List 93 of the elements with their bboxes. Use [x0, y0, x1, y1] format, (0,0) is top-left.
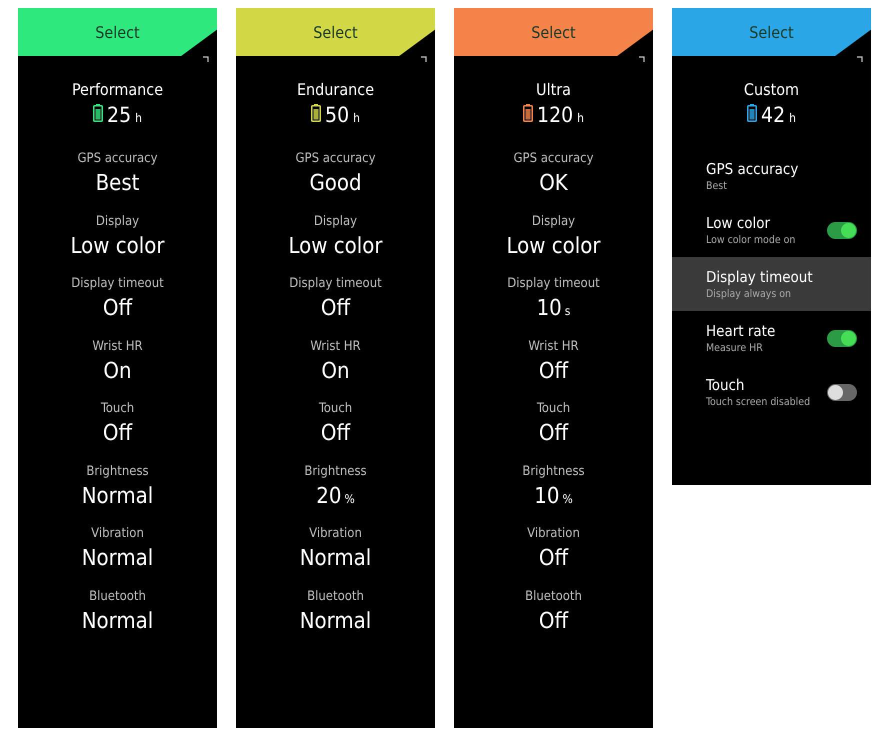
setting-value: 10 [534, 484, 560, 508]
setting-label: Brightness [522, 464, 585, 478]
setting-value: Off [538, 608, 568, 634]
setting-value: Low color [288, 234, 382, 258]
setting-value: Normal [82, 484, 154, 508]
setting-subtitle: Low color mode on [706, 234, 796, 246]
value-unit: s [564, 304, 570, 318]
setting-row[interactable]: GPS accuracy Best [672, 149, 871, 203]
setting-label: Wrist HR [92, 338, 143, 354]
setting-value: Good [309, 171, 362, 196]
setting-label: Display timeout [507, 276, 600, 291]
setting-label: Bluetooth [89, 588, 146, 604]
setting-value: Off [102, 296, 132, 321]
setting-subtitle: Touch screen disabled [706, 396, 810, 408]
toggle-switch[interactable] [827, 330, 857, 346]
setting-label: Bluetooth [525, 588, 582, 604]
setting-row[interactable]: Display timeout Display always on [672, 257, 871, 311]
setting-title: Display timeout [706, 268, 813, 286]
setting-title: Touch [706, 376, 746, 394]
hours-unit: h [135, 111, 142, 125]
corner-icon [203, 56, 209, 62]
setting-value: Low color [70, 234, 164, 258]
setting-value: Normal [82, 608, 154, 634]
setting-title: Heart rate [706, 322, 776, 340]
select-button[interactable]: Select [18, 8, 217, 56]
battery-hours: 25 [107, 103, 132, 127]
setting-subtitle: Display always on [706, 288, 792, 300]
setting-label: Wrist HR [528, 338, 579, 354]
hours-unit: h [577, 111, 584, 125]
hours-unit: h [789, 111, 796, 125]
setting-value: Off [538, 358, 568, 384]
toggle-switch[interactable] [827, 384, 857, 400]
setting-label: Brightness [86, 464, 149, 478]
battery-hours: 50 [325, 103, 350, 127]
setting-value: 20 [316, 484, 342, 508]
value-unit: % [562, 492, 573, 506]
battery-icon [523, 104, 534, 122]
battery-hours: 120 [537, 103, 574, 127]
battery-icon [311, 104, 322, 122]
setting-label: GPS accuracy [513, 151, 594, 166]
setting-title: GPS accuracy [706, 160, 798, 178]
setting-label: Touch [100, 401, 134, 416]
setting-value: On [103, 358, 132, 384]
setting-subtitle: Measure HR [706, 342, 764, 354]
setting-subtitle: Best [706, 180, 728, 192]
setting-label: Display [96, 214, 140, 228]
setting-value: 10 [536, 296, 562, 321]
setting-label: Wrist HR [310, 338, 361, 354]
setting-value: Off [538, 546, 568, 571]
setting-label: GPS accuracy [295, 151, 376, 166]
corner-icon [639, 56, 645, 62]
mode-name: Performance [72, 80, 164, 99]
setting-title: Low color [706, 214, 772, 232]
setting-value: Off [102, 421, 132, 446]
setting-row[interactable]: Low color Low color mode on [672, 203, 871, 257]
setting-value: Off [538, 421, 568, 446]
setting-label: Display [314, 214, 358, 228]
setting-label: Display [532, 214, 576, 228]
setting-label: Brightness [304, 464, 367, 478]
setting-value: Normal [300, 546, 372, 571]
setting-value: Off [320, 421, 350, 446]
corner-icon [857, 56, 863, 62]
hours-unit: h [353, 111, 360, 125]
setting-label: Vibration [91, 526, 144, 541]
mode-name: Endurance [296, 80, 374, 99]
battery-icon [747, 104, 758, 122]
setting-label: Touch [318, 401, 352, 416]
value-unit: % [344, 492, 355, 506]
battery-hours: 42 [761, 103, 786, 127]
setting-label: Display timeout [289, 276, 382, 291]
setting-value: OK [539, 171, 568, 196]
battery-icon [93, 104, 104, 122]
select-button[interactable]: Select [236, 8, 435, 56]
mode-name: Ultra [536, 80, 571, 99]
setting-label: Vibration [309, 526, 362, 541]
setting-label: GPS accuracy [77, 151, 158, 166]
corner-icon [421, 56, 427, 62]
select-button[interactable]: Select [454, 8, 653, 56]
setting-value: Normal [82, 546, 154, 571]
setting-row[interactable]: Heart rate Measure HR [672, 311, 871, 365]
mode-name: Custom [744, 80, 800, 99]
setting-label: Vibration [527, 526, 580, 541]
setting-label: Touch [536, 401, 570, 416]
setting-value: Off [320, 296, 350, 321]
select-button[interactable]: Select [672, 8, 871, 56]
setting-label: Bluetooth [307, 588, 364, 604]
setting-label: Display timeout [71, 276, 164, 291]
setting-value: On [321, 358, 350, 384]
toggle-switch[interactable] [827, 222, 857, 238]
setting-value: Low color [506, 234, 600, 258]
setting-value: Normal [300, 608, 372, 634]
setting-value: Best [96, 171, 140, 196]
setting-row[interactable]: Touch Touch screen disabled [672, 365, 871, 419]
